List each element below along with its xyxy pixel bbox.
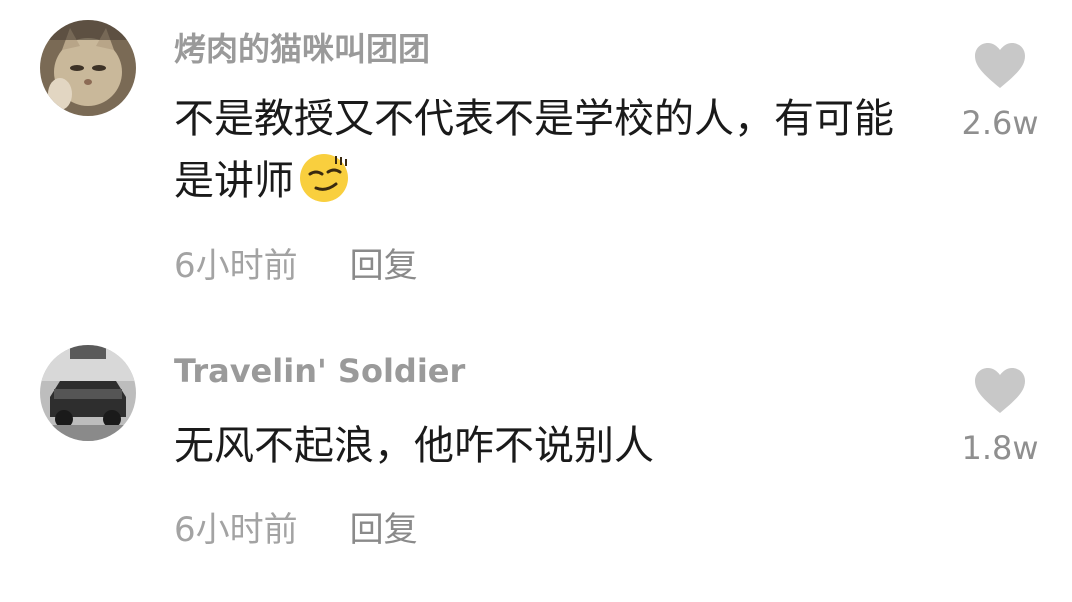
- comment-time: 6小时前: [174, 246, 298, 286]
- comment-meta: 6小时前 回复: [174, 502, 418, 551]
- reply-button[interactable]: 回复: [350, 502, 418, 551]
- comment-item: Travelin' Soldier 无风不起浪，他咋不说别人 6小时前 回复 1…: [0, 330, 1072, 602]
- comment-text: 无风不起浪，他咋不说别人: [174, 423, 654, 469]
- avatar[interactable]: [40, 20, 136, 116]
- like-count: 1.8w: [961, 429, 1039, 467]
- comment-text: 不是教授又不代表不是学校的人，有可能是讲师: [174, 88, 914, 222]
- smirk-emoji-icon: [298, 152, 350, 222]
- avatar[interactable]: [40, 345, 136, 441]
- like-count: 2.6w: [961, 104, 1039, 142]
- reply-button[interactable]: 回复: [350, 238, 418, 287]
- comment-item: 烤肉的猫咪叫团团 不是教授又不代表不是学校的人，有可能是讲师 6小时前 回复 2…: [0, 0, 1072, 300]
- comment-text-content: 不是教授又不代表不是学校的人，有可能是讲师: [174, 96, 894, 204]
- username[interactable]: 烤肉的猫咪叫团团: [174, 24, 430, 70]
- like-button[interactable]: 2.6w: [955, 42, 1045, 142]
- comment-time: 6小时前: [174, 510, 298, 550]
- username[interactable]: Travelin' Soldier: [174, 352, 465, 390]
- heart-icon: [973, 367, 1027, 419]
- heart-icon: [973, 42, 1027, 94]
- like-button[interactable]: 1.8w: [955, 367, 1045, 467]
- comment-meta: 6小时前 回复: [174, 238, 418, 287]
